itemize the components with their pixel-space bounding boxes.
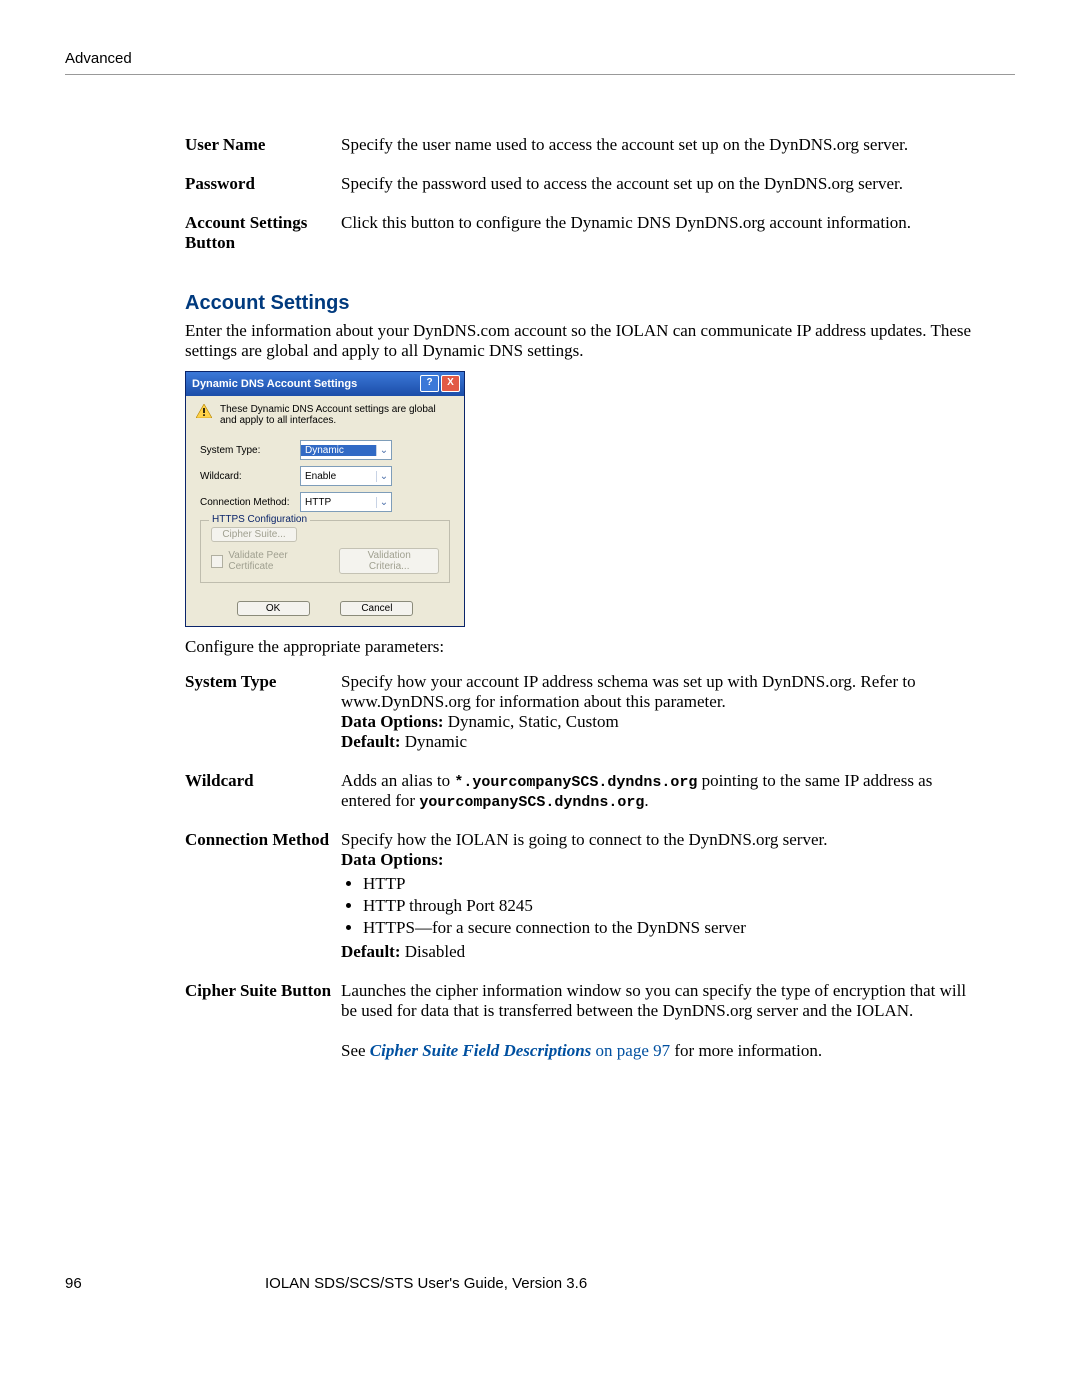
combo-system-type[interactable]: Dynamic ⌄ xyxy=(300,440,392,460)
validation-criteria-button[interactable]: Validation Criteria... xyxy=(339,548,439,574)
section-intro: Enter the information about your DynDNS.… xyxy=(185,321,975,361)
configure-line: Configure the appropriate parameters: xyxy=(185,637,975,657)
label-connection-method: Connection Method: xyxy=(200,497,300,508)
desc-username: Specify the user name used to access the… xyxy=(341,130,975,169)
dialog-titlebar: Dynamic DNS Account Settings ? X xyxy=(186,372,464,396)
fieldset-https-configuration: HTTPS Configuration Cipher Suite... Vali… xyxy=(200,520,450,583)
validate-peer-certificate-checkbox[interactable] xyxy=(211,555,223,568)
fieldset-legend: HTTPS Configuration xyxy=(209,514,310,525)
warning-icon xyxy=(196,404,212,418)
desc-cipher-suite-button: Launches the cipher information window s… xyxy=(341,976,975,1075)
cancel-button[interactable]: Cancel xyxy=(340,601,413,616)
footer-text: IOLAN SDS/SCS/STS User's Guide, Version … xyxy=(265,1275,587,1292)
page-number: 96 xyxy=(65,1275,265,1292)
combo-wildcard-value: Enable xyxy=(301,471,376,482)
combo-system-type-value: Dynamic xyxy=(301,445,376,456)
list-item: HTTP through Port 8245 xyxy=(363,896,969,916)
list-item: HTTP xyxy=(363,874,969,894)
desc-password: Specify the password used to access the … xyxy=(341,169,975,208)
term-username: User Name xyxy=(185,130,341,169)
validate-peer-certificate-label: Validate Peer Certificate xyxy=(228,550,329,572)
definitions-top: User Name Specify the user name used to … xyxy=(185,130,975,267)
term-cipher-suite-button: Cipher Suite Button xyxy=(185,976,341,1075)
label-wildcard: Wildcard: xyxy=(200,471,300,482)
ok-button[interactable]: OK xyxy=(237,601,310,616)
dialog-title: Dynamic DNS Account Settings xyxy=(192,378,357,390)
combo-connection-method-value: HTTP xyxy=(301,497,376,508)
term-connection-method: Connection Method xyxy=(185,825,341,976)
combo-wildcard[interactable]: Enable ⌄ xyxy=(300,466,392,486)
desc-connection-method: Specify how the IOLAN is going to connec… xyxy=(341,825,975,976)
link-cipher-suite-field-descriptions[interactable]: Cipher Suite Field Descriptions xyxy=(370,1041,592,1060)
chevron-down-icon: ⌄ xyxy=(376,497,391,508)
list-item: HTTPS—for a secure connection to the Dyn… xyxy=(363,918,969,938)
chevron-down-icon: ⌄ xyxy=(376,471,391,482)
term-password: Password xyxy=(185,169,341,208)
term-system-type: System Type xyxy=(185,667,341,766)
desc-system-type: Specify how your account IP address sche… xyxy=(341,667,975,766)
combo-connection-method[interactable]: HTTP ⌄ xyxy=(300,492,392,512)
help-button[interactable]: ? xyxy=(420,375,439,392)
dialog-warning-text: These Dynamic DNS Account settings are g… xyxy=(220,404,454,426)
desc-account-settings-button: Click this button to configure the Dynam… xyxy=(341,208,975,267)
definitions-params: System Type Specify how your account IP … xyxy=(185,667,975,1075)
term-wildcard: Wildcard xyxy=(185,766,341,825)
page-footer: 96 IOLAN SDS/SCS/STS User's Guide, Versi… xyxy=(65,1275,1015,1292)
chevron-down-icon: ⌄ xyxy=(376,445,391,456)
close-button[interactable]: X xyxy=(441,375,460,392)
label-system-type: System Type: xyxy=(200,445,300,456)
dialog-dynamic-dns-account-settings: Dynamic DNS Account Settings ? X These D… xyxy=(185,371,465,627)
section-heading-account-settings: Account Settings xyxy=(185,292,975,315)
header-section: Advanced xyxy=(65,50,132,67)
cipher-suite-button[interactable]: Cipher Suite... xyxy=(211,527,297,542)
desc-wildcard: Adds an alias to *.yourcompanySCS.dyndns… xyxy=(341,766,975,825)
term-account-settings-button: Account Settings Button xyxy=(185,208,341,267)
